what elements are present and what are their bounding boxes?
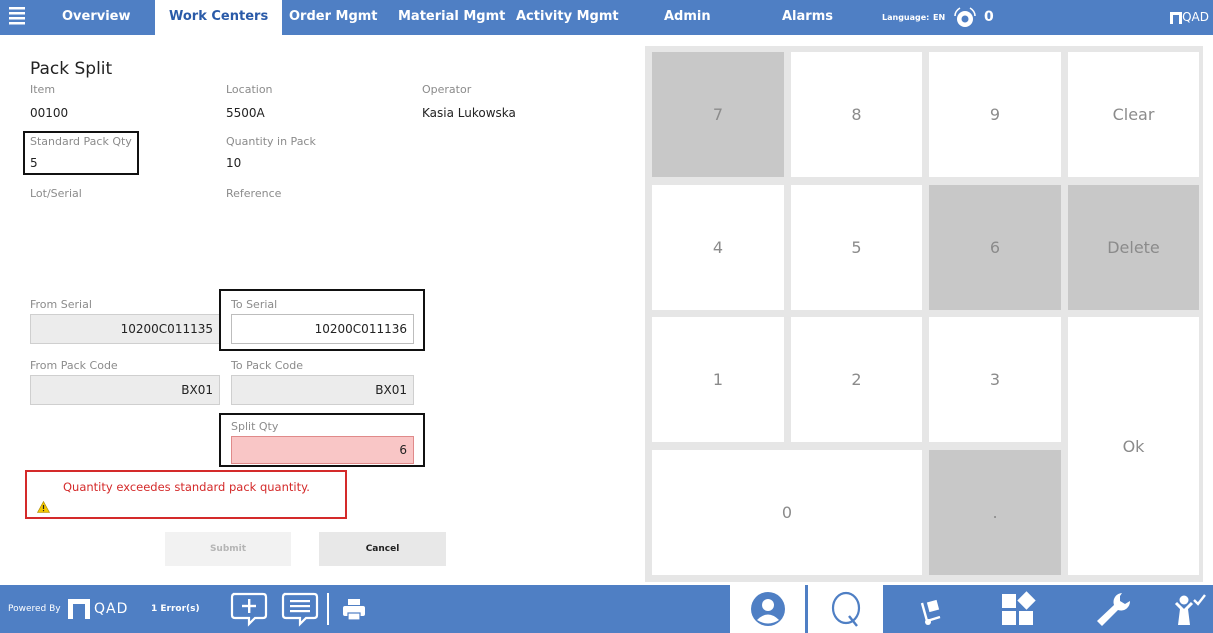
reference-label: Reference bbox=[226, 187, 282, 200]
print-icon[interactable] bbox=[339, 591, 369, 627]
key-delete[interactable]: Delete bbox=[1068, 185, 1199, 310]
key-1[interactable]: 1 bbox=[652, 317, 784, 442]
numeric-keypad: 7 8 9 Clear 4 5 6 Delete 1 2 3 Ok 0 . bbox=[645, 46, 1203, 582]
qad-logo-icon bbox=[1170, 11, 1183, 24]
tab-admin[interactable]: Admin bbox=[664, 0, 711, 35]
quality-q-icon bbox=[831, 591, 861, 627]
tab-activity-mgmt[interactable]: Activity Mgmt bbox=[516, 0, 619, 35]
operator-panel-button[interactable] bbox=[730, 585, 805, 633]
key-ok[interactable]: Ok bbox=[1068, 317, 1199, 575]
alarm-beacon-icon[interactable] bbox=[952, 5, 978, 31]
to-serial-input[interactable]: 10200C011136 bbox=[231, 314, 414, 344]
qad-logo-icon bbox=[68, 599, 90, 619]
standard-pack-qty-value: 5 bbox=[30, 156, 38, 170]
dashboard-tiles-icon[interactable] bbox=[998, 591, 1040, 627]
warning-icon bbox=[37, 501, 50, 513]
submit-button[interactable]: Submit bbox=[165, 532, 291, 566]
key-6[interactable]: 6 bbox=[929, 185, 1061, 310]
split-qty-input[interactable]: 6 bbox=[231, 436, 414, 464]
item-value: 00100 bbox=[30, 106, 69, 120]
location-label: Location bbox=[226, 83, 273, 96]
from-pack-code-field: BX01 bbox=[30, 375, 220, 405]
top-nav-bar: Overview Work Centers Order Mgmt Materia… bbox=[0, 0, 1213, 35]
bottom-toolbar: Powered By QAD 1 Error(s) bbox=[0, 585, 1213, 633]
language-selector[interactable]: EN bbox=[933, 0, 945, 35]
quantity-in-pack-label: Quantity in Pack bbox=[226, 135, 316, 148]
page-title: Pack Split bbox=[30, 59, 113, 79]
from-pack-code-label: From Pack Code bbox=[30, 359, 118, 372]
item-label: Item bbox=[30, 83, 56, 96]
messages-icon[interactable] bbox=[280, 591, 320, 627]
material-handling-icon[interactable] bbox=[918, 591, 948, 627]
wrench-icon[interactable] bbox=[1092, 591, 1134, 627]
cancel-button[interactable]: Cancel bbox=[319, 532, 446, 566]
brand-name: QAD bbox=[1182, 10, 1209, 24]
key-7[interactable]: 7 bbox=[652, 52, 784, 177]
tab-overview[interactable]: Overview bbox=[62, 0, 131, 35]
menu-icon[interactable] bbox=[8, 6, 26, 26]
standard-pack-qty-label: Standard Pack Qty bbox=[30, 135, 132, 148]
key-4[interactable]: 4 bbox=[652, 185, 784, 310]
add-note-icon[interactable] bbox=[229, 591, 269, 627]
pack-split-form: Pack Split Item 00100 Location 5500A Ope… bbox=[0, 35, 645, 583]
split-qty-label: Split Qty bbox=[231, 420, 279, 433]
to-serial-label: To Serial bbox=[231, 298, 278, 311]
key-5[interactable]: 5 bbox=[791, 185, 922, 310]
key-clear[interactable]: Clear bbox=[1068, 52, 1199, 177]
error-message-box: Quantity exceedes standard pack quantity… bbox=[25, 470, 347, 519]
check-in-person-icon[interactable] bbox=[1170, 591, 1210, 627]
key-8[interactable]: 8 bbox=[791, 52, 922, 177]
quality-panel-button[interactable] bbox=[808, 585, 883, 633]
quantity-in-pack-value: 10 bbox=[226, 156, 242, 170]
key-2[interactable]: 2 bbox=[791, 317, 922, 442]
operator-label: Operator bbox=[422, 83, 472, 96]
operator-value: Kasia Lukowska bbox=[422, 106, 516, 120]
powered-by-label: Powered By bbox=[8, 604, 61, 614]
from-serial-field: 10200C011135 bbox=[30, 314, 220, 344]
error-message: Quantity exceedes standard pack quantity… bbox=[63, 480, 310, 494]
toolbar-divider bbox=[327, 593, 329, 625]
key-0[interactable]: 0 bbox=[652, 450, 922, 575]
user-icon bbox=[751, 592, 785, 626]
location-value: 5500A bbox=[226, 106, 265, 120]
key-9[interactable]: 9 bbox=[929, 52, 1061, 177]
brand-logo: QAD bbox=[1170, 0, 1209, 35]
alarm-count: 0 bbox=[984, 9, 994, 25]
tab-material-mgmt[interactable]: Material Mgmt bbox=[398, 0, 505, 35]
tab-order-mgmt[interactable]: Order Mgmt bbox=[289, 0, 378, 35]
to-pack-code-label: To Pack Code bbox=[231, 359, 304, 372]
key-3[interactable]: 3 bbox=[929, 317, 1061, 442]
language-label: Language: bbox=[882, 13, 930, 22]
tab-work-centers[interactable]: Work Centers bbox=[155, 0, 283, 35]
error-count[interactable]: 1 Error(s) bbox=[151, 585, 200, 633]
to-pack-code-field: BX01 bbox=[231, 375, 414, 405]
tab-alarms[interactable]: Alarms bbox=[782, 0, 833, 35]
lot-serial-label: Lot/Serial bbox=[30, 187, 82, 200]
key-decimal[interactable]: . bbox=[929, 450, 1061, 575]
footer-brand: QAD bbox=[94, 601, 129, 617]
from-serial-label: From Serial bbox=[30, 298, 92, 311]
